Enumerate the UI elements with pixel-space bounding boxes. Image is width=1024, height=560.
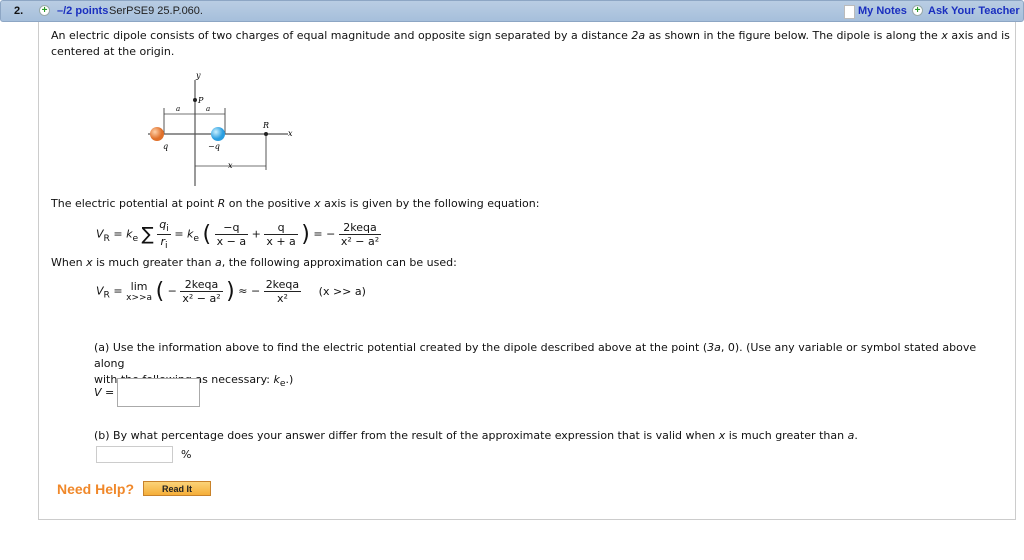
approx-sign: ≈ <box>238 284 248 298</box>
equation-approx: VR = lim x>>a ( − 2keqa x² − a² ) ≈ − 2keq… <box>96 278 366 305</box>
fraction-term1: −q x − a <box>214 221 249 249</box>
text: .) <box>285 373 294 386</box>
sigma-symbol: ∑ <box>141 224 154 246</box>
answer-a-label: V = <box>94 386 115 399</box>
question-header: 2. + –/2 points SerPSE9 25.P.060. My Not… <box>0 0 1024 22</box>
eq-sub: i <box>166 223 169 235</box>
lim: lim <box>130 280 148 293</box>
text: (a) Use the information above to find th… <box>94 341 708 354</box>
paren-open: ( <box>155 279 165 304</box>
text: The electric potential at point <box>51 197 218 210</box>
label-x-axis: x <box>288 129 293 138</box>
text: on the positive <box>225 197 315 210</box>
fraction-qi-ri: qi ri <box>157 218 171 251</box>
var-a: a <box>214 256 222 269</box>
paren-close: ) <box>226 279 235 304</box>
eq-sign: = <box>113 227 123 241</box>
my-notes-link[interactable]: My Notes <box>858 5 907 17</box>
label-q: q <box>163 142 168 151</box>
text: is much greater than <box>725 429 848 442</box>
paren-close: ) <box>301 222 310 248</box>
num: −q <box>214 221 249 236</box>
question-number: 2. <box>14 5 24 17</box>
condition: (x >> a) <box>318 284 366 298</box>
fraction-result: 2keqa x² <box>263 278 302 305</box>
part-a-text: (a) Use the information above to find th… <box>94 340 1009 392</box>
question-code: SerPSE9 25.P.060. <box>109 5 203 17</box>
need-help-label: Need Help? <box>57 481 135 497</box>
minus-sign: − <box>250 284 261 298</box>
text: When <box>51 256 87 269</box>
minus-sign: − <box>167 284 177 298</box>
potential-text: The electric potential at point R on the… <box>51 196 539 212</box>
label-R: R <box>262 121 269 130</box>
den: x² − a² <box>340 235 380 249</box>
intro-text: as shown in the figure below. The dipole… <box>645 29 942 42</box>
num: q <box>264 221 298 236</box>
den: x + a <box>266 235 296 249</box>
point-R <box>264 132 268 136</box>
eq-sub: e <box>132 232 139 244</box>
notes-page-icon[interactable] <box>844 5 855 19</box>
label-neg-q: −q <box>208 142 220 151</box>
problem-intro: An electric dipole consists of two charg… <box>51 28 1011 60</box>
den: x² − a² <box>182 292 221 305</box>
eq-sign: = <box>113 284 123 298</box>
ask-plus-icon[interactable]: + <box>912 5 923 16</box>
label-y: y <box>195 71 201 80</box>
label-a-left: a <box>176 105 180 113</box>
answer-a-input[interactable] <box>117 378 200 407</box>
fraction-result: 2keqa x² − a² <box>338 221 382 249</box>
paren-open: ( <box>202 222 212 248</box>
positive-charge <box>150 127 164 141</box>
eq-sign: = <box>313 227 323 241</box>
text: is much greater than <box>92 256 215 269</box>
fraction-term2: qx + a <box>264 221 298 249</box>
eq-lhs: V <box>96 284 104 298</box>
answer-b-input[interactable] <box>96 446 173 463</box>
label-a-right: a <box>206 105 210 113</box>
text: , the following approximation can be use… <box>221 256 457 269</box>
num: 2keqa <box>263 278 302 292</box>
point-3a: 3a <box>707 341 721 354</box>
expand-plus-icon[interactable]: + <box>39 5 50 16</box>
text: . <box>854 429 858 442</box>
intro-text: An electric dipole consists of two charg… <box>51 29 632 42</box>
negative-charge <box>211 127 225 141</box>
limit: lim x>>a <box>126 280 152 303</box>
equation-exact: VR = ke ∑ qi ri = ke ( −q x − a + qx + a )… <box>96 218 382 251</box>
plus-sign: + <box>251 227 261 241</box>
num: 2keqa <box>180 278 223 292</box>
read-it-button[interactable]: Read It <box>143 481 211 496</box>
dipole-figure: y P a a R x q −q x <box>148 71 293 186</box>
point-P <box>193 98 197 102</box>
minus-sign: − <box>326 227 336 241</box>
eq-lhs: V <box>96 227 104 241</box>
points-link[interactable]: –/2 points <box>57 5 108 17</box>
intro-text: axis and is <box>947 29 1010 42</box>
fraction-inner: 2keqa x² − a² <box>180 278 223 305</box>
ask-your-teacher-link[interactable]: Ask Your Teacher <box>928 5 1020 17</box>
intro-text: centered at the origin. <box>51 45 175 58</box>
eq-sub: R <box>103 289 110 301</box>
part-b-text: (b) By what percentage does your answer … <box>94 428 858 444</box>
text: (b) By what percentage does your answer … <box>94 429 719 442</box>
num: 2keqa <box>338 221 382 236</box>
label-x-distance: x <box>228 161 233 170</box>
label-P: P <box>197 96 204 105</box>
approx-text: When x is much greater than a, the follo… <box>51 255 457 271</box>
percent-unit: % <box>181 448 192 461</box>
text: axis is given by the following equation: <box>320 197 540 210</box>
intro-2a: 2a <box>631 29 646 42</box>
eq-sub: R <box>103 232 110 244</box>
den: x² <box>276 292 288 305</box>
eq-sign: = <box>174 227 184 241</box>
lim-sub: x>>a <box>126 293 153 303</box>
eq-sub: e <box>193 232 200 244</box>
eq-sub: i <box>165 240 168 252</box>
den: x − a <box>216 235 247 249</box>
